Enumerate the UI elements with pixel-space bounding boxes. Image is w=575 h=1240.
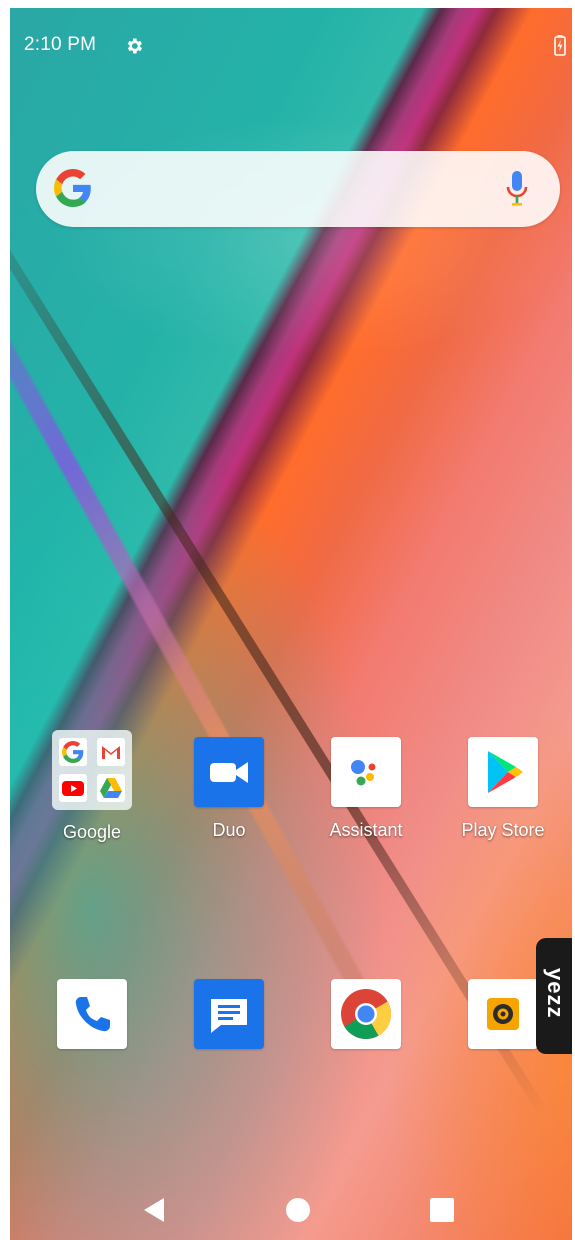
google-g-icon xyxy=(59,738,87,766)
gmail-icon xyxy=(97,738,125,766)
brand-side-badge[interactable]: yezz xyxy=(536,938,572,1054)
app-label-duo: Duo xyxy=(212,820,246,840)
navigation-bar xyxy=(10,1182,572,1240)
home-circle-icon[interactable] xyxy=(286,1198,310,1222)
folder-tile xyxy=(52,730,132,810)
drive-icon xyxy=(97,774,125,802)
google-folder[interactable]: Google xyxy=(32,730,152,843)
messages-icon xyxy=(194,979,264,1049)
phone-icon xyxy=(57,979,127,1049)
microphone-icon[interactable] xyxy=(504,169,530,209)
camera-icon xyxy=(468,979,538,1049)
app-duo[interactable]: Duo xyxy=(169,737,289,841)
app-messages[interactable] xyxy=(169,979,289,1049)
assistant-icon xyxy=(331,737,401,807)
chrome-icon xyxy=(331,979,401,1049)
battery-charging-icon xyxy=(554,35,566,56)
status-time: 2:10 PM xyxy=(24,34,97,55)
home-screen: 2:10 PM Google Duo Assistant Play Store … xyxy=(10,8,572,1240)
app-assistant[interactable]: Assistant xyxy=(306,737,426,841)
app-label-play-store: Play Store xyxy=(461,820,545,840)
app-label-assistant: Assistant xyxy=(329,820,403,840)
app-label-google: Google xyxy=(62,822,122,842)
status-bar: 2:10 PM xyxy=(10,8,572,68)
back-triangle-icon[interactable] xyxy=(142,1196,166,1224)
play-store-icon xyxy=(468,737,538,807)
google-search-bar[interactable] xyxy=(36,151,560,227)
app-play-store[interactable]: Play Store xyxy=(443,737,563,841)
google-g-icon xyxy=(54,169,91,207)
duo-icon xyxy=(194,737,264,807)
recents-square-icon[interactable] xyxy=(430,1198,454,1222)
youtube-icon xyxy=(59,774,87,802)
app-chrome[interactable] xyxy=(306,979,426,1049)
app-phone[interactable] xyxy=(32,979,152,1049)
gear-icon xyxy=(127,38,142,54)
brand-text: yezz xyxy=(543,968,568,1019)
